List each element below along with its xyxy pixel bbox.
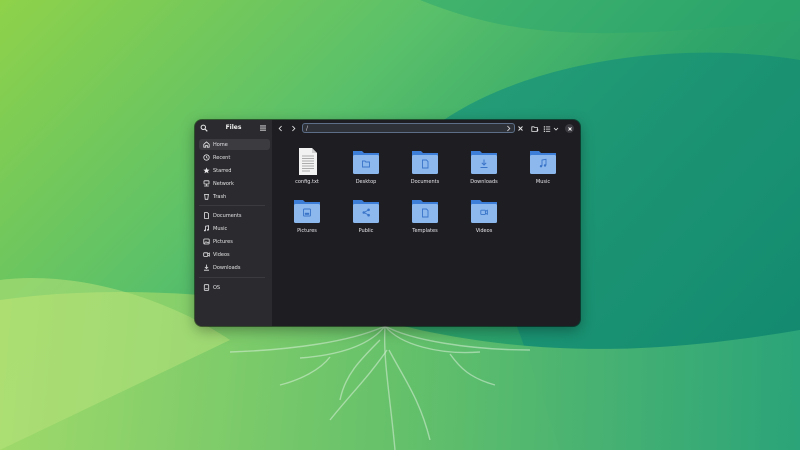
- view-options-button[interactable]: [552, 124, 559, 133]
- document-icon: [203, 212, 210, 219]
- folder-icon: [294, 200, 320, 223]
- sidebar-item-videos[interactable]: Videos: [199, 249, 270, 260]
- sidebar-item-label: Home: [213, 141, 228, 148]
- sidebar-item-label: Recent: [213, 154, 231, 161]
- sidebar-separator: [199, 277, 265, 278]
- folder-item-videos[interactable]: Videos: [454, 191, 514, 237]
- sidebar-item-music[interactable]: Music: [199, 223, 270, 234]
- hamburger-menu-icon[interactable]: [259, 124, 267, 132]
- sidebar-item-network[interactable]: Network: [199, 178, 270, 189]
- folder-icon: [530, 151, 556, 174]
- folder-icon: [353, 151, 379, 174]
- folder-item-documents[interactable]: Documents: [395, 142, 455, 188]
- folder-add-icon: [530, 125, 538, 132]
- folder-item-pictures[interactable]: Pictures: [277, 191, 337, 237]
- folder-icon: [471, 200, 497, 223]
- sidebar-header: Files: [195, 120, 272, 138]
- wallpaper-curve-top: [420, 0, 800, 34]
- chevron-right-icon: [292, 125, 296, 132]
- close-icon: [518, 126, 523, 131]
- sidebar-separator: [199, 205, 265, 206]
- folder-icon: [412, 151, 438, 174]
- sidebar-item-label: Pictures: [213, 238, 233, 245]
- file-item-config[interactable]: config.txt: [277, 142, 337, 188]
- sidebar-item-label: Network: [213, 180, 234, 187]
- new-folder-button[interactable]: [530, 124, 539, 133]
- clear-location-button[interactable]: [516, 124, 525, 133]
- file-item-label: Templates: [412, 228, 438, 234]
- trash-icon: [203, 193, 210, 200]
- sidebar-item-label: Documents: [213, 212, 242, 219]
- main-pane: / config.txt Desktop Documents Downloads…: [272, 120, 580, 326]
- drive-icon: [203, 284, 210, 291]
- forward-button[interactable]: [289, 124, 298, 133]
- folder-icon: [412, 200, 438, 223]
- sidebar-item-home[interactable]: Home: [199, 139, 270, 150]
- video-icon: [203, 251, 210, 258]
- sidebar-item-trash[interactable]: Trash: [199, 191, 270, 202]
- window-close-button[interactable]: [565, 124, 574, 133]
- sidebar-item-os-drive[interactable]: OS: [199, 282, 270, 293]
- sidebar-item-documents[interactable]: Documents: [199, 210, 270, 221]
- file-item-label: Downloads: [470, 179, 498, 185]
- music-icon: [203, 225, 210, 232]
- files-window: Files Home Recent Starred Network Trash …: [195, 120, 580, 326]
- sidebar-item-label: Videos: [213, 251, 230, 258]
- download-icon: [203, 264, 210, 271]
- file-item-label: Music: [535, 179, 551, 185]
- sidebar-item-recent[interactable]: Recent: [199, 152, 270, 163]
- list-view-icon: [543, 125, 550, 132]
- folder-item-public[interactable]: Public: [336, 191, 396, 237]
- file-item-label: Videos: [475, 228, 493, 234]
- file-item-label: Documents: [410, 179, 440, 185]
- view-mode-button[interactable]: [542, 124, 551, 133]
- chevron-down-icon: [553, 127, 558, 131]
- sidebar-item-label: Music: [213, 225, 228, 232]
- file-item-label: Desktop: [355, 179, 377, 185]
- file-item-label: Pictures: [297, 228, 317, 234]
- sidebar-item-label: Trash: [213, 193, 227, 200]
- location-path: /: [306, 125, 309, 132]
- clock-icon: [203, 154, 210, 161]
- sidebar-item-starred[interactable]: Starred: [199, 165, 270, 176]
- star-icon: [203, 167, 210, 174]
- sidebar-item-label: OS: [213, 284, 221, 291]
- chevron-right-icon[interactable]: [505, 125, 512, 132]
- folder-item-music[interactable]: Music: [513, 142, 573, 188]
- network-icon: [203, 180, 210, 187]
- sidebar: Files Home Recent Starred Network Trash …: [195, 120, 272, 326]
- folder-item-desktop[interactable]: Desktop: [336, 142, 396, 188]
- folder-item-downloads[interactable]: Downloads: [454, 142, 514, 188]
- home-icon: [203, 141, 210, 148]
- chevron-left-icon: [278, 125, 282, 132]
- folder-icon: [353, 200, 379, 223]
- text-file-icon: [299, 148, 317, 175]
- sidebar-item-label: Downloads: [213, 264, 241, 271]
- file-item-label: config.txt: [295, 179, 319, 185]
- folder-item-templates[interactable]: Templates: [395, 191, 455, 237]
- picture-icon: [203, 238, 210, 245]
- back-button[interactable]: [276, 124, 285, 133]
- file-item-label: Public: [358, 228, 374, 234]
- location-entry[interactable]: /: [302, 123, 515, 133]
- close-icon: [567, 126, 572, 131]
- sidebar-item-label: Starred: [213, 167, 232, 174]
- sidebar-item-pictures[interactable]: Pictures: [199, 236, 270, 247]
- toolbar: /: [272, 120, 580, 138]
- folder-icon: [471, 151, 497, 174]
- sidebar-item-downloads[interactable]: Downloads: [199, 262, 270, 273]
